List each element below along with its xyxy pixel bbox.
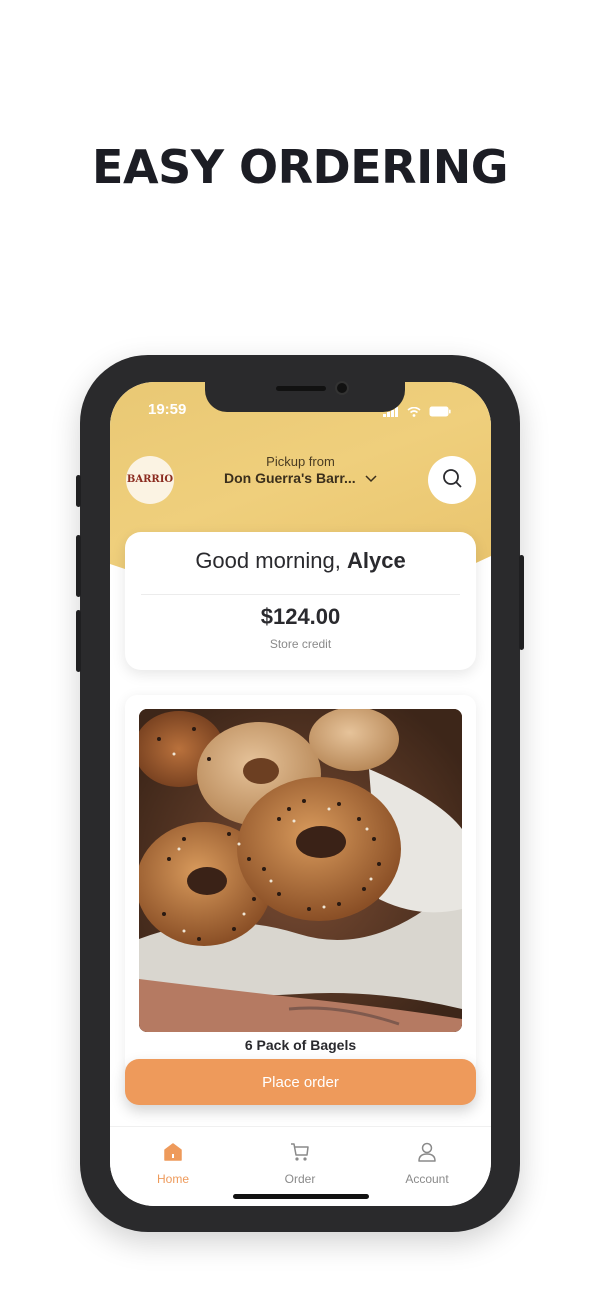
place-order-button[interactable]: Place order (125, 1059, 476, 1105)
greeting-prefix: Good morning, (195, 548, 341, 573)
greeting-text: Good morning, Alyce (125, 548, 476, 574)
battery-icon (429, 404, 451, 422)
product-name: 6 Pack of Bagels (244, 1037, 357, 1053)
home-indicator (233, 1194, 369, 1199)
tab-order-label: Order (284, 1172, 316, 1186)
store-credit-label: Store credit (269, 637, 332, 651)
cart-icon (289, 1143, 311, 1167)
tab-order[interactable]: Order (255, 1141, 345, 1186)
greeting-divider (141, 594, 460, 595)
search-button[interactable] (428, 456, 476, 504)
search-icon (441, 467, 463, 494)
greeting-card: Good morning, Alyce $124.00 Store credit (125, 532, 476, 670)
tab-account-label: Account (405, 1172, 449, 1186)
power-button (519, 555, 524, 650)
app-screen: 19:59 BARRIO Pickup from Don Guerra's Ba… (110, 382, 491, 1206)
mute-switch (76, 475, 81, 507)
customer-name: Alyce (346, 548, 406, 573)
tab-account[interactable]: Account (382, 1141, 472, 1186)
product-image (139, 709, 462, 1032)
chevron-down-icon (362, 472, 377, 486)
phone-camera (335, 381, 349, 395)
status-time: 19:59 (148, 401, 187, 418)
tab-home[interactable]: Home (128, 1141, 218, 1186)
home-icon (162, 1143, 184, 1167)
tab-home-label: Home (156, 1172, 189, 1186)
account-icon (416, 1142, 438, 1167)
wifi-icon (407, 404, 421, 422)
page-headline: EASY ORDERING (92, 140, 508, 194)
store-credit-amount: $124.00 (260, 604, 341, 629)
product-card[interactable]: 6 Pack of Bagels (125, 695, 476, 1075)
volume-down-button (76, 610, 81, 672)
phone-speaker (276, 386, 326, 391)
volume-up-button (76, 535, 81, 597)
store-name: Don Guerra's Barr... (223, 470, 356, 486)
